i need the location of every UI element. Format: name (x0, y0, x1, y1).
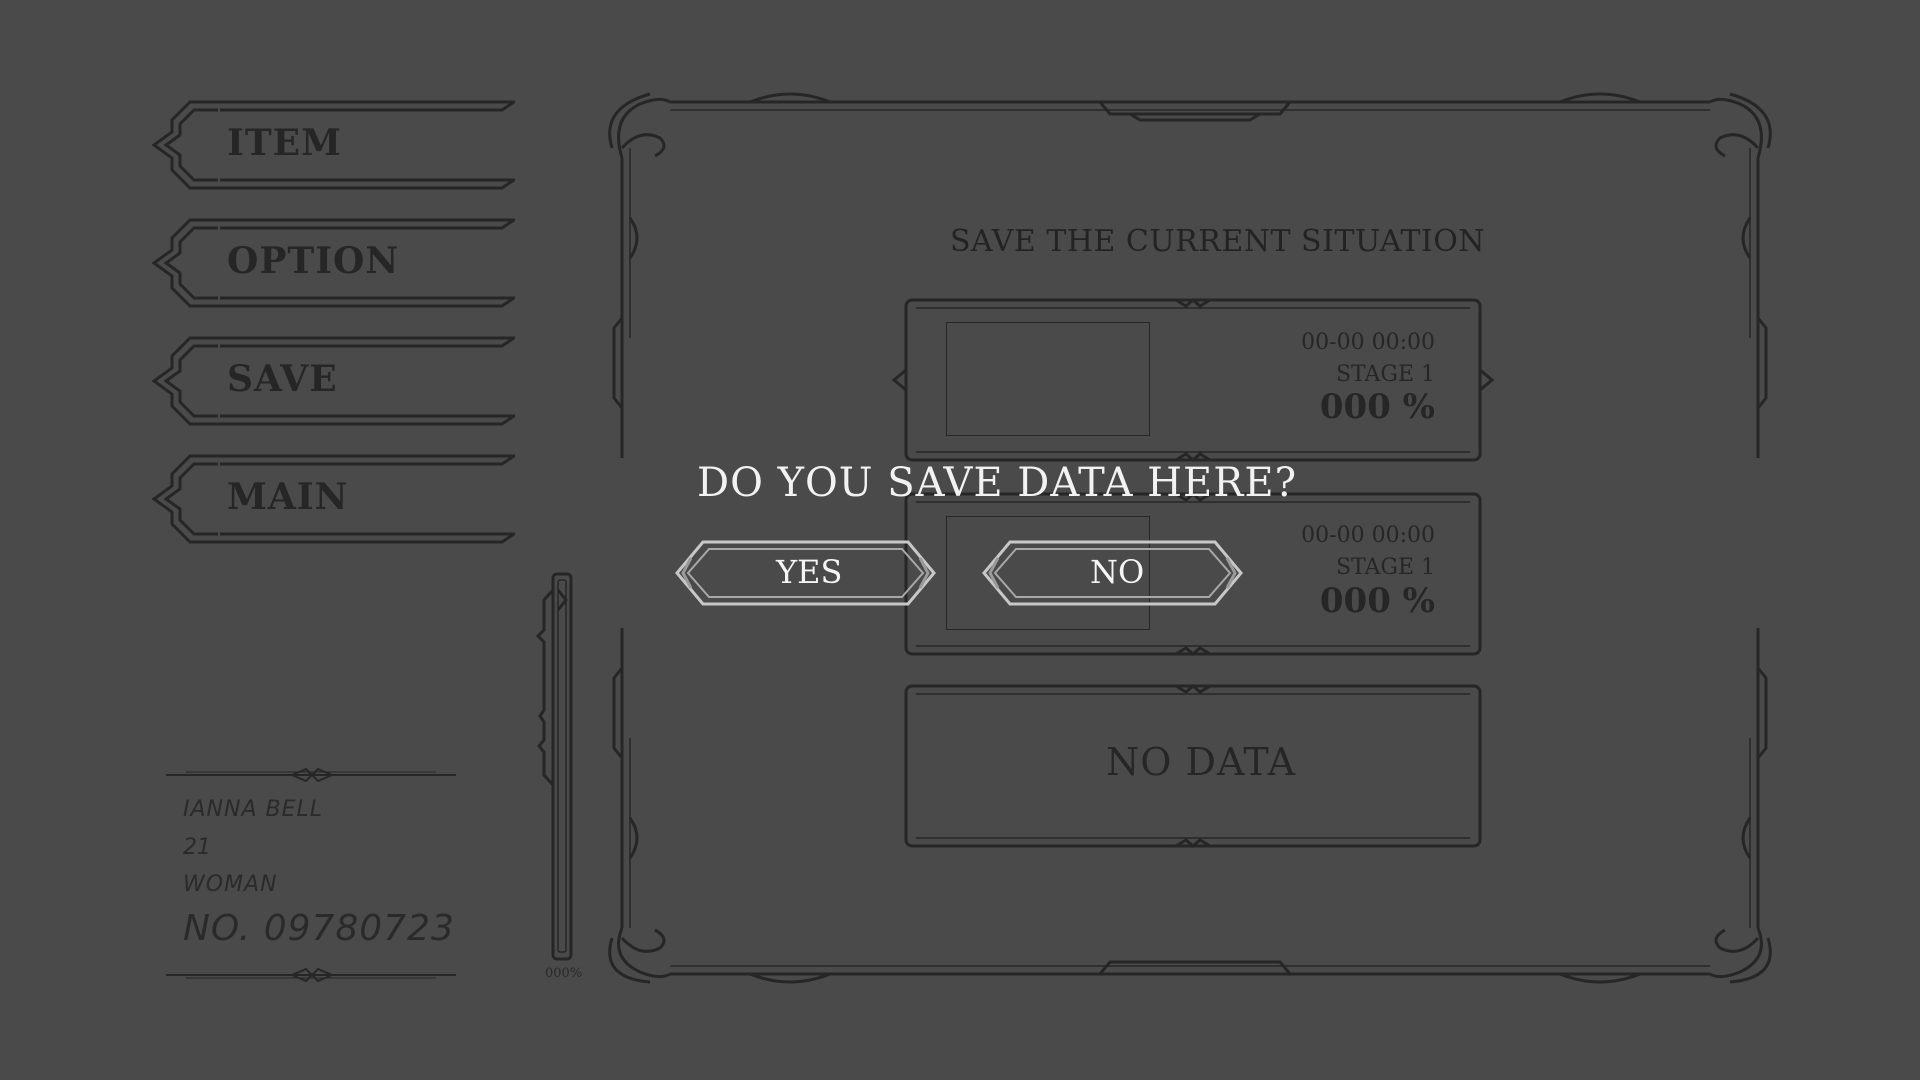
slot-thumbnail (946, 322, 1150, 436)
slot-percent: 000 % (1319, 581, 1435, 621)
character-name: IANNA BELL (183, 797, 324, 822)
slot-stage: STAGE 1 (1335, 555, 1435, 580)
no-button[interactable]: NO (980, 538, 1245, 608)
menu-item-button[interactable]: ITEM (150, 100, 515, 190)
menu-main-button[interactable]: MAIN (150, 454, 515, 544)
dialog-question: DO YOU SAVE DATA HERE? (697, 460, 1298, 506)
progress-percent-label: 000% (545, 966, 583, 981)
slot-date: 00-00 00:00 (1301, 523, 1435, 548)
menu-main-label: MAIN (227, 476, 349, 518)
slot-date: 00-00 00:00 (1301, 330, 1435, 355)
menu-save-button[interactable]: SAVE (150, 336, 515, 426)
save-screen: ITEM OPTION SAVE MAIN IANNA BELL 21 WOMA… (0, 0, 1920, 1080)
empty-slot-label: NO DATA (1106, 740, 1297, 784)
menu-option-label: OPTION (227, 240, 400, 282)
yes-button[interactable]: YES (673, 538, 938, 608)
slot-percent: 000 % (1319, 387, 1435, 427)
character-age: 21 (183, 835, 211, 860)
character-number: NO. 09780723 (183, 908, 455, 949)
menu-option-button[interactable]: OPTION (150, 218, 515, 308)
panel-title: SAVE THE CURRENT SITUATION (950, 224, 1486, 259)
menu-save-label: SAVE (227, 358, 338, 400)
character-gender: WOMAN (183, 872, 278, 897)
progress-gauge (536, 572, 573, 961)
slot-stage: STAGE 1 (1335, 362, 1435, 387)
menu-item-label: ITEM (227, 122, 342, 164)
yes-button-label: YES (776, 553, 843, 591)
no-button-label: NO (1090, 553, 1145, 591)
